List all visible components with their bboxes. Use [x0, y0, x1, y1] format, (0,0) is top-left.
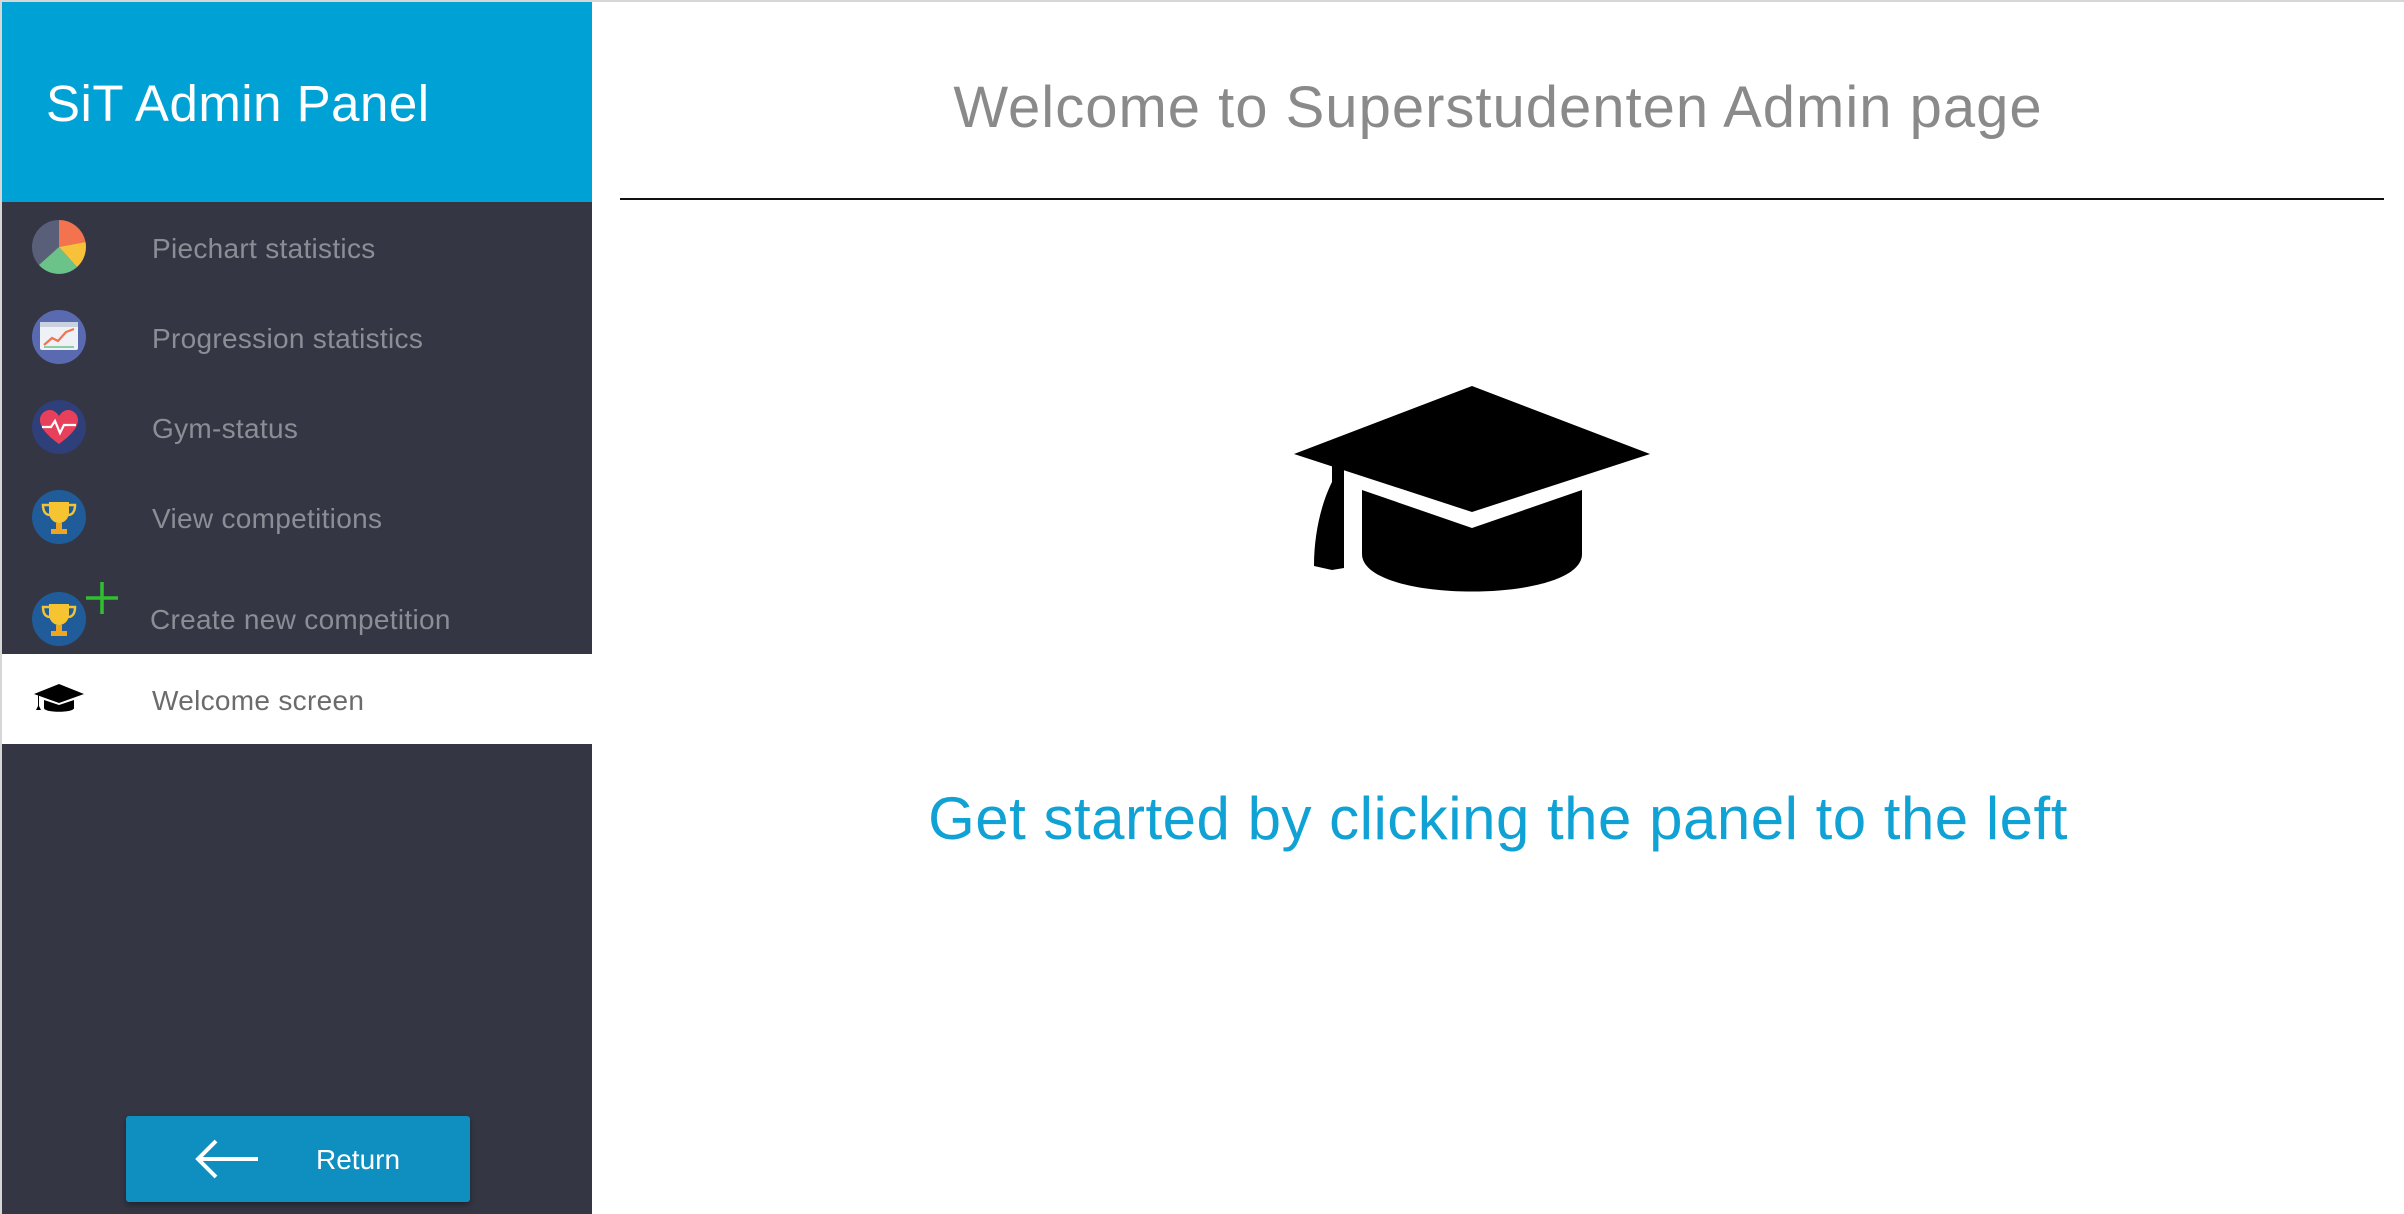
- sidebar-item-piechart-statistics[interactable]: Piechart statistics: [2, 202, 592, 292]
- sidebar-item-label: Welcome screen: [152, 685, 365, 716]
- piechart-icon: [32, 220, 86, 274]
- return-button[interactable]: Return: [126, 1116, 470, 1202]
- sidebar-item-gym-status[interactable]: Gym-status: [2, 382, 592, 472]
- main-content: Welcome to Superstudenten Admin page Get…: [592, 2, 2404, 1214]
- sidebar-item-welcome-screen[interactable]: Welcome screen: [2, 654, 592, 744]
- sidebar-item-progression-statistics[interactable]: Progression statistics: [2, 292, 592, 382]
- arrow-left-icon: [195, 1139, 258, 1179]
- sidebar-item-label: Create new competition: [150, 604, 451, 635]
- app-window: SiT Admin Panel Piechart statistics Prog…: [0, 0, 2404, 1214]
- app-title: SiT Admin Panel: [46, 75, 430, 132]
- sidebar-item-label: View competitions: [152, 503, 383, 534]
- sidebar-item-label: Gym-status: [152, 413, 299, 444]
- sidebar-item-create-new-competition[interactable]: Create new competition: [2, 562, 592, 652]
- sidebar-header: SiT Admin Panel: [2, 2, 592, 202]
- sidebar: SiT Admin Panel Piechart statistics Prog…: [0, 2, 592, 1214]
- header-divider: [620, 198, 2384, 200]
- get-started-text: Get started by clicking the panel to the…: [928, 785, 2068, 852]
- return-button-label: Return: [316, 1144, 401, 1175]
- sidebar-item-view-competitions[interactable]: View competitions: [2, 472, 592, 562]
- trophy-icon: [32, 490, 86, 544]
- line-chart-icon: [32, 310, 86, 364]
- heartbeat-icon: [32, 400, 86, 454]
- sidebar-item-label: Piechart statistics: [152, 233, 376, 264]
- sidebar-menu: Piechart statistics Progression statisti…: [2, 202, 592, 744]
- sidebar-item-label: Progression statistics: [152, 323, 424, 354]
- graduation-cap-icon: [1294, 386, 1650, 592]
- graduation-cap-icon: [34, 684, 84, 712]
- trophy-plus-icon: [32, 582, 118, 646]
- page-title: Welcome to Superstudenten Admin page: [953, 75, 2043, 140]
